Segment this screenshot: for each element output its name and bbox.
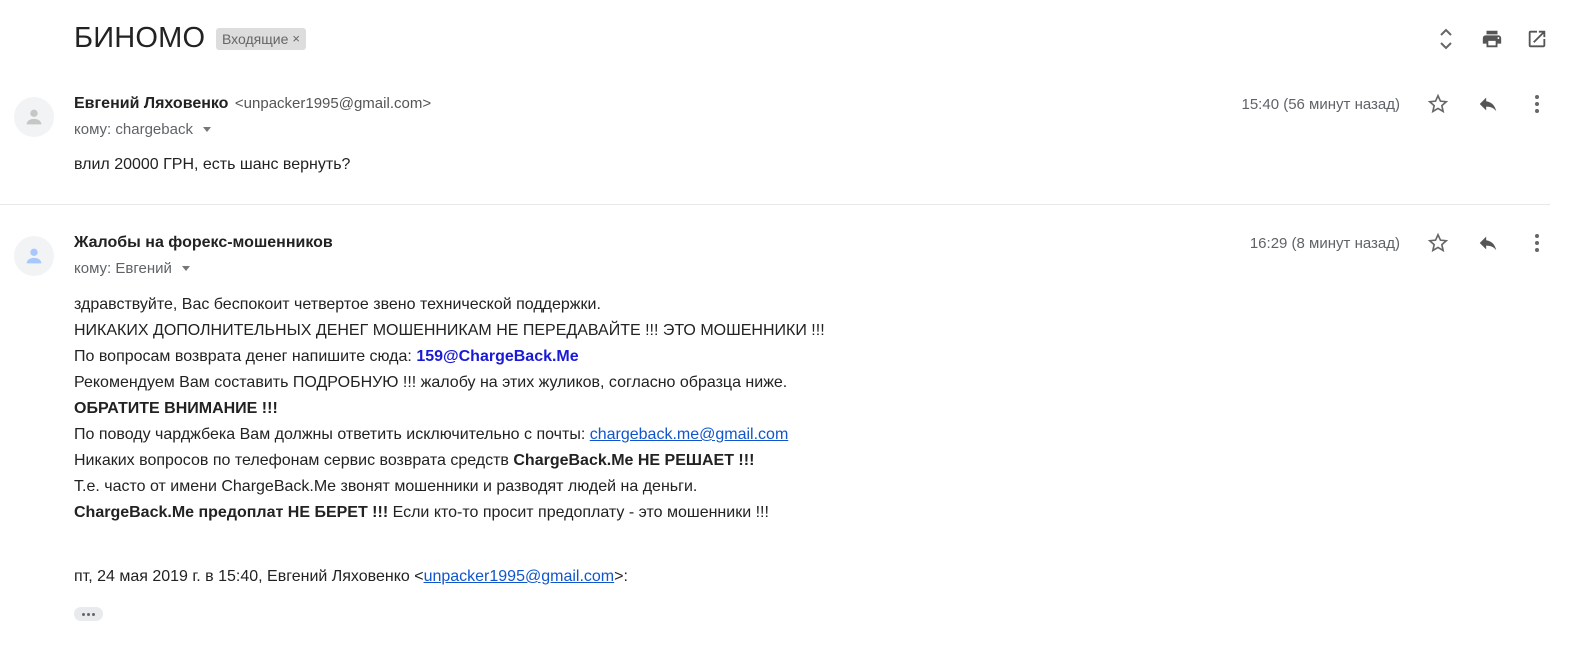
message-body: влил 20000 ГРН, есть шанс вернуть? [74, 156, 351, 173]
label-chip-text: Входящие [222, 31, 289, 47]
sender-name[interactable]: Жалобы на форекс-мошенников [74, 234, 333, 251]
remove-label-icon[interactable]: × [292, 28, 300, 50]
print-icon[interactable] [1479, 26, 1505, 52]
sender-name[interactable]: Евгений Ляховенко [74, 95, 228, 112]
avatar [14, 236, 54, 276]
quoted-header: пт, 24 мая 2019 г. в 15:40, Евгений Ляхо… [74, 568, 628, 585]
support-email: 159@ChargeBack.Me [416, 348, 579, 365]
recipient-text: кому: Евгений [74, 260, 172, 277]
chevron-down-icon[interactable] [202, 127, 211, 132]
body-line: Никаких вопросов по телефонам сервис воз… [74, 452, 755, 469]
expand-collapse-icon[interactable] [1433, 26, 1459, 52]
body-line: Рекомендуем Вам составить ПОДРОБНУЮ !!! … [74, 374, 788, 391]
message-body: здравствуйте, Вас беспокоит четвертое зв… [74, 292, 825, 526]
person-icon [26, 248, 42, 264]
open-in-new-window-icon[interactable] [1524, 26, 1550, 52]
body-line: здравствуйте, Вас беспокоит четвертое зв… [74, 296, 601, 313]
recipient-line[interactable]: кому: Евгений [74, 260, 190, 277]
body-line: ОБРАТИТЕ ВНИМАНИЕ !!! [74, 400, 278, 417]
message-divider [0, 204, 1550, 205]
chevron-down-icon[interactable] [181, 266, 190, 271]
sender: Евгений Ляховенко <unpacker1995@gmail.co… [74, 95, 431, 113]
sender-email: <unpacker1995@gmail.com> [234, 95, 432, 112]
sender: Жалобы на форекс-мошенников [74, 234, 333, 252]
dot [92, 612, 95, 616]
email-link[interactable]: chargeback.me@gmail.com [590, 426, 789, 443]
more-options-icon[interactable] [1524, 230, 1550, 256]
body-line: Т.е. часто от имени ChargeBack.Me звонят… [74, 478, 698, 495]
body-line: По вопросам возврата денег напишите сюда… [74, 348, 579, 365]
recipient-text: кому: chargeback [74, 121, 193, 138]
show-trimmed-content-button[interactable] [74, 607, 103, 621]
thread-header: БИНОМО Входящие × [0, 0, 1572, 78]
dot [82, 612, 85, 616]
more-options-icon[interactable] [1524, 91, 1550, 117]
message-time: 16:29 (8 минут назад) [1249, 235, 1400, 252]
dot [87, 612, 90, 616]
body-line: ChargeBack.Me предоплат НЕ БЕРЕТ !!! Есл… [74, 504, 769, 521]
quoted-email-link[interactable]: unpacker1995@gmail.com [424, 568, 615, 585]
star-icon[interactable] [1425, 230, 1451, 256]
body-line: НИКАКИХ ДОПОЛНИТЕЛЬНЫХ ДЕНЕГ МОШЕННИКАМ … [74, 322, 825, 339]
star-icon[interactable] [1425, 91, 1451, 117]
recipient-line[interactable]: кому: chargeback [74, 121, 211, 138]
person-icon [26, 109, 42, 125]
body-line: По поводу чарджбека Вам должны ответить … [74, 426, 789, 443]
reply-icon[interactable] [1475, 91, 1501, 117]
thread-subject: БИНОМО [74, 22, 206, 54]
message-time: 15:40 (56 минут назад) [1241, 96, 1401, 113]
reply-icon[interactable] [1475, 230, 1501, 256]
label-chip-inbox[interactable]: Входящие × [216, 28, 306, 50]
avatar [14, 97, 54, 137]
